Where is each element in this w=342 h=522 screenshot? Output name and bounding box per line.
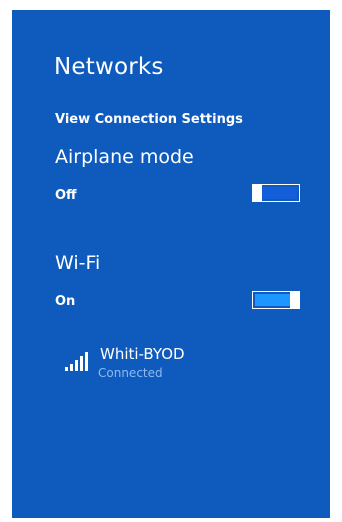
airplane-mode-toggle[interactable] [252,184,300,202]
network-item[interactable]: Whiti-BYOD Connected [52,342,292,386]
network-name: Whiti-BYOD [100,345,185,363]
view-connection-settings-link[interactable]: View Connection Settings [55,112,243,127]
wifi-label: Wi-Fi [55,252,101,274]
signal-bars-icon [65,352,88,371]
wifi-state: On [55,294,76,309]
airplane-mode-label: Airplane mode [55,146,194,168]
wifi-toggle-thumb[interactable] [290,291,300,309]
airplane-mode-state: Off [55,188,77,203]
panel-title: Networks [54,54,164,80]
networks-panel: Networks View Connection Settings Airpla… [12,10,330,518]
network-status: Connected [98,366,163,380]
wifi-toggle[interactable] [252,291,300,309]
airplane-mode-toggle-thumb[interactable] [252,184,262,202]
